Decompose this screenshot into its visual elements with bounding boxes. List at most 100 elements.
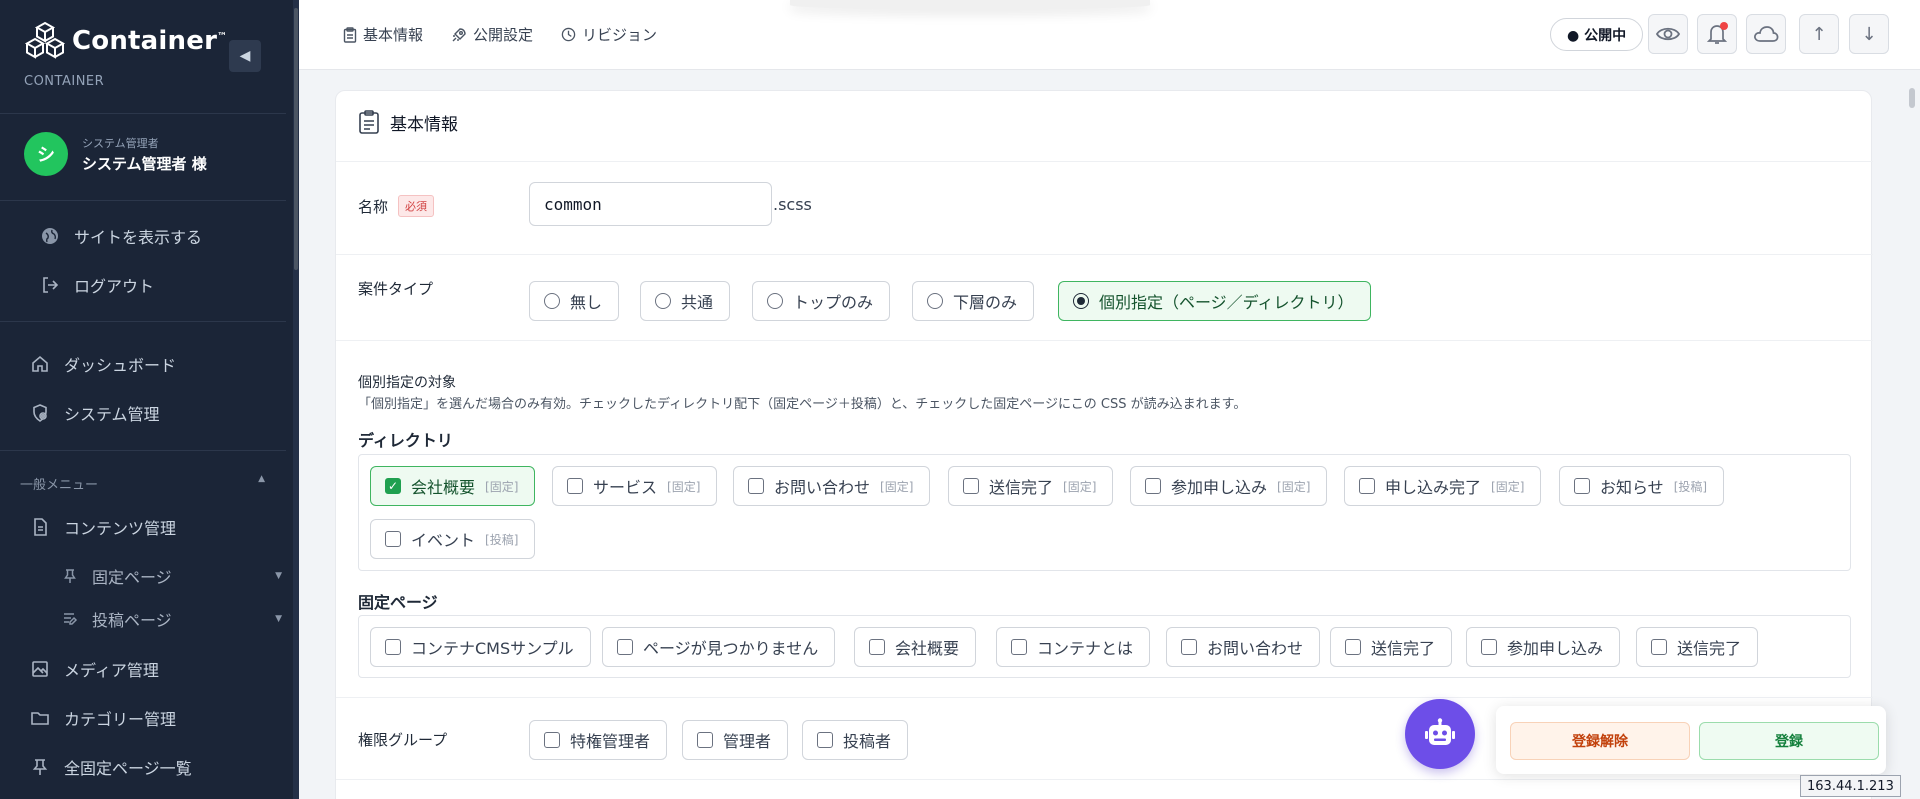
checkbox-icon: [544, 732, 560, 748]
checkbox-icon: [1481, 639, 1497, 655]
pin-icon: [30, 757, 50, 777]
directory-checkbox[interactable]: 申し込み完了 [固定]: [1344, 466, 1542, 506]
topbar: 基本情報 公開設定 リビジョン ● 公開中 ↑ ↓: [299, 0, 1920, 70]
sidebar-item-all-fixed[interactable]: 全固定ページ一覧: [30, 755, 192, 779]
chevron-down-icon: ▼: [275, 571, 282, 581]
arrow-down-icon: ↓: [1861, 23, 1877, 45]
checkbox-icon: [963, 478, 979, 494]
name-input[interactable]: common: [529, 182, 772, 226]
radio-icon: [927, 293, 943, 309]
sidebar-item-fixed-pages[interactable]: 固定ページ ▼: [62, 564, 282, 588]
directory-checkbox[interactable]: お問い合わせ [固定]: [733, 466, 931, 506]
file-extension: .scss: [773, 195, 812, 214]
fixed-page-title: 固定ページ: [358, 593, 438, 612]
register-button[interactable]: 登録: [1699, 722, 1879, 760]
type-option-lower-only[interactable]: 下層のみ: [912, 281, 1035, 321]
sidebar-collapse-button[interactable]: ◀: [229, 40, 261, 72]
directory-checkbox[interactable]: ✓ 会社概要 [固定]: [370, 466, 536, 506]
move-down-button[interactable]: ↓: [1849, 14, 1889, 54]
sidebar-scrollbar[interactable]: [293, 0, 299, 799]
checkbox-icon: [1574, 478, 1590, 494]
directory-title: ディレクトリ: [358, 431, 453, 450]
fixed-page-checkbox[interactable]: 送信完了: [1330, 627, 1453, 667]
divider: [336, 161, 1873, 162]
brand-logo[interactable]: Container™: [24, 20, 227, 62]
sidebar-item-label: カテゴリー管理: [64, 710, 177, 729]
permission-checkbox[interactable]: 管理者: [682, 720, 789, 760]
fixed-page-checkbox[interactable]: 会社概要: [854, 627, 977, 667]
container-cubes-icon: [24, 21, 66, 59]
directory-group: ✓ 会社概要 [固定] サービス [固定] お問い合わせ [固定] 送信完了 [固定] 参…: [358, 454, 1851, 571]
move-up-button[interactable]: ↑: [1799, 14, 1839, 54]
type-label: 案件タイプ: [358, 280, 434, 298]
tab-publish-settings[interactable]: 公開設定: [451, 24, 533, 45]
sidebar-item-contents[interactable]: コンテンツ管理: [30, 515, 176, 539]
divider: [336, 697, 1873, 698]
target-description: 「個別指定」を選んだ場合のみ有効。チェックしたディレクトリ配下（固定ページ＋投稿…: [358, 397, 1247, 412]
tab-revision[interactable]: リビジョン: [561, 24, 657, 45]
directory-checkbox[interactable]: イベント [投稿]: [370, 519, 536, 559]
fixed-page-checkbox[interactable]: コンテナCMSサンプル: [370, 627, 591, 667]
permission-checkbox[interactable]: 特権管理者: [529, 720, 668, 760]
shield-gear-icon: [30, 403, 50, 423]
fixed-page-checkbox[interactable]: 送信完了: [1636, 627, 1759, 667]
sidebar-item-label: ダッシュボード: [64, 356, 177, 375]
name-label: 名称 必須: [358, 195, 435, 217]
directory-checkbox[interactable]: サービス [固定]: [552, 466, 718, 506]
sidebar-item-category[interactable]: カテゴリー管理: [30, 706, 176, 730]
checkbox-icon: [1345, 639, 1361, 655]
type-option-individual[interactable]: 個別指定（ページ／ディレクトリ）: [1058, 281, 1371, 321]
robot-icon: [1425, 718, 1455, 745]
permission-checkbox[interactable]: 投稿者: [802, 720, 909, 760]
checkbox-icon: [385, 639, 401, 655]
fixed-page-checkbox[interactable]: コンテナとは: [996, 627, 1151, 667]
sidebar-item-label: 投稿ページ: [92, 611, 172, 630]
notification-button[interactable]: [1697, 14, 1737, 54]
fixed-page-checkbox[interactable]: ページが見つかりません: [602, 627, 836, 667]
tab-basic-info[interactable]: 基本情報: [343, 24, 423, 45]
preview-button[interactable]: [1648, 14, 1688, 54]
checkbox-icon: [697, 732, 713, 748]
main-scrollbar[interactable]: [1908, 82, 1916, 799]
type-option-common[interactable]: 共通: [640, 281, 731, 321]
user-profile[interactable]: シ システム管理者 システム管理者 様: [24, 132, 207, 176]
sidebar-item-logout[interactable]: ログアウト: [40, 273, 154, 297]
clipboard-icon: [359, 110, 379, 134]
sidebar: Container™ CONTAINER ◀ シ システム管理者 システム管理者…: [0, 0, 299, 799]
directory-checkbox[interactable]: 送信完了 [固定]: [948, 466, 1114, 506]
type-option-none[interactable]: 無し: [529, 281, 620, 321]
sidebar-item-system[interactable]: システム管理: [30, 401, 160, 425]
unregister-button[interactable]: 登録解除: [1510, 722, 1690, 760]
sidebar-item-posts[interactable]: 投稿ページ ▼: [62, 607, 282, 631]
fixed-page-checkbox[interactable]: 参加申し込み: [1466, 627, 1621, 667]
checkbox-icon: [617, 639, 633, 655]
directory-checkbox[interactable]: お知らせ [投稿]: [1559, 466, 1725, 506]
image-icon: [30, 659, 50, 679]
divider: [0, 450, 286, 451]
sidebar-section-general[interactable]: 一般メニュー ▲: [20, 474, 265, 493]
user-name: システム管理者 様: [82, 154, 207, 173]
divider: [336, 340, 1873, 341]
checkbox-icon: [748, 478, 764, 494]
caret-left-icon: ◀: [239, 48, 251, 64]
divider: [0, 113, 286, 114]
directory-checkbox[interactable]: 参加申し込み [固定]: [1130, 466, 1328, 506]
cloud-button[interactable]: [1746, 14, 1786, 54]
pin-icon: [62, 568, 78, 584]
checkbox-icon: [385, 531, 401, 547]
sidebar-item-label: システム管理: [64, 405, 160, 424]
eye-icon: [1656, 27, 1680, 41]
type-option-top-only[interactable]: トップのみ: [752, 281, 891, 321]
home-icon: [30, 354, 50, 374]
sidebar-item-label: メディア管理: [64, 661, 159, 680]
chevron-down-icon: ▼: [275, 614, 282, 624]
sidebar-item-media[interactable]: メディア管理: [30, 657, 159, 681]
sidebar-item-dashboard[interactable]: ダッシュボード: [30, 352, 176, 376]
sidebar-item-view-site[interactable]: サイトを表示する: [40, 224, 202, 248]
toast-shadow: [790, 0, 1150, 10]
clipboard-icon: [343, 26, 357, 43]
checkbox-icon: [1651, 639, 1667, 655]
fixed-page-checkbox[interactable]: お問い合わせ: [1166, 627, 1321, 667]
checkbox-icon: [1359, 478, 1375, 494]
assistant-bot-button[interactable]: [1405, 699, 1475, 769]
